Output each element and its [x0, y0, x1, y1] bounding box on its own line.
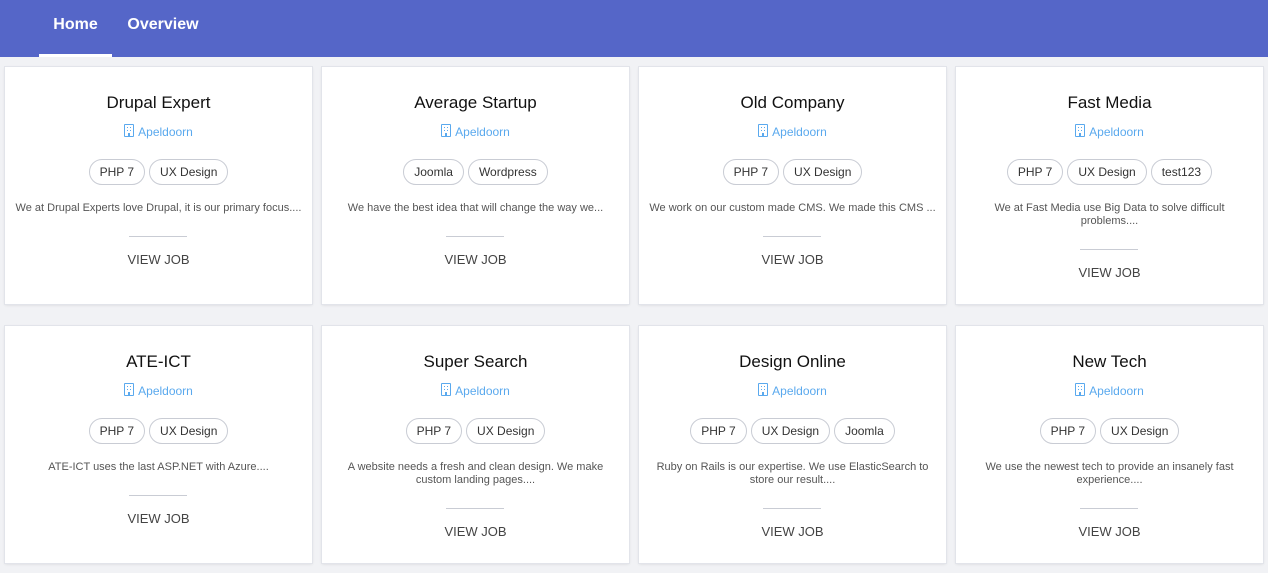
- building-icon: [441, 383, 452, 396]
- building-icon: [441, 124, 452, 137]
- tag-list: PHP 7 UX Design: [322, 418, 629, 444]
- company-description: Ruby on Rails is our expertise. We use E…: [656, 461, 929, 486]
- building-icon: [124, 124, 135, 137]
- card-divider: [763, 236, 821, 237]
- location-label: Apeldoorn: [1089, 125, 1144, 139]
- company-description: We have the best idea that will change t…: [347, 202, 604, 214]
- company-name: Average Startup: [414, 93, 537, 112]
- job-card: Average Startup Apeldoorn Joomla Wordpre…: [322, 67, 629, 304]
- view-job-button[interactable]: VIEW JOB: [956, 265, 1263, 280]
- tag-chip[interactable]: UX Design: [1100, 418, 1180, 444]
- location-label: Apeldoorn: [455, 384, 510, 398]
- building-icon: [758, 383, 769, 396]
- card-divider: [129, 236, 187, 237]
- company-location: Apeldoorn: [639, 124, 946, 139]
- job-card: Super Search Apeldoorn PHP 7 UX Design A…: [322, 326, 629, 563]
- company-location: Apeldoorn: [5, 124, 312, 139]
- location-label: Apeldoorn: [772, 125, 827, 139]
- tag-chip[interactable]: PHP 7: [722, 159, 780, 185]
- tag-chip[interactable]: PHP 7: [1006, 159, 1064, 185]
- company-name: New Tech: [1072, 352, 1147, 371]
- tab-overview[interactable]: Overview: [120, 0, 206, 57]
- card-divider: [1080, 249, 1138, 250]
- job-card-grid: Drupal Expert Apeldoorn PHP 7 UX Design …: [5, 67, 1263, 563]
- company-location: Apeldoorn: [956, 124, 1263, 139]
- tag-chip[interactable]: PHP 7: [88, 418, 146, 444]
- view-job-button[interactable]: VIEW JOB: [639, 252, 946, 267]
- company-name: Old Company: [740, 93, 845, 112]
- company-name: Drupal Expert: [106, 93, 211, 112]
- company-description: ATE-ICT uses the last ASP.NET with Azure…: [48, 461, 269, 473]
- job-card: ATE-ICT Apeldoorn PHP 7 UX Design ATE-IC…: [5, 326, 312, 563]
- tag-list: Joomla Wordpress: [322, 159, 629, 185]
- tag-chip[interactable]: PHP 7: [405, 418, 463, 444]
- card-divider: [763, 508, 821, 509]
- view-job-button[interactable]: VIEW JOB: [956, 524, 1263, 539]
- company-description: We at Drupal Experts love Drupal, it is …: [15, 202, 302, 214]
- company-description: A website needs a fresh and clean design…: [347, 461, 604, 486]
- tag-chip[interactable]: PHP 7: [88, 159, 146, 185]
- tab-home-label: Home: [53, 16, 98, 33]
- company-location: Apeldoorn: [956, 383, 1263, 398]
- company-description: We work on our custom made CMS. We made …: [649, 202, 936, 214]
- card-divider: [1080, 508, 1138, 509]
- tag-list: PHP 7 UX Design: [639, 159, 946, 185]
- location-label: Apeldoorn: [455, 125, 510, 139]
- building-icon: [758, 124, 769, 137]
- location-label: Apeldoorn: [772, 384, 827, 398]
- tag-chip[interactable]: UX Design: [750, 418, 831, 444]
- view-job-button[interactable]: VIEW JOB: [639, 524, 946, 539]
- tag-chip[interactable]: PHP 7: [690, 418, 747, 444]
- job-card: Drupal Expert Apeldoorn PHP 7 UX Design …: [5, 67, 312, 304]
- building-icon: [124, 383, 135, 396]
- tag-chip[interactable]: PHP 7: [1039, 418, 1097, 444]
- tag-chip[interactable]: UX Design: [1067, 159, 1147, 185]
- location-label: Apeldoorn: [138, 125, 193, 139]
- card-divider: [446, 508, 504, 509]
- job-card: Design Online Apeldoorn PHP 7 UX Design …: [639, 326, 946, 563]
- active-tab-indicator: [39, 54, 112, 57]
- job-card: Fast Media Apeldoorn PHP 7 UX Design tes…: [956, 67, 1263, 304]
- tag-chip[interactable]: UX Design: [149, 159, 229, 185]
- tag-list: PHP 7 UX Design: [956, 418, 1263, 444]
- company-location: Apeldoorn: [322, 124, 629, 139]
- tag-list: PHP 7 UX Design test123: [956, 159, 1263, 185]
- company-name: ATE-ICT: [126, 352, 191, 371]
- tag-list: PHP 7 UX Design Joomla: [639, 418, 946, 444]
- tag-chip[interactable]: UX Design: [149, 418, 229, 444]
- company-location: Apeldoorn: [322, 383, 629, 398]
- view-job-button[interactable]: VIEW JOB: [5, 511, 312, 526]
- company-name: Design Online: [739, 352, 846, 371]
- tag-chip[interactable]: UX Design: [466, 418, 546, 444]
- view-job-button[interactable]: VIEW JOB: [322, 252, 629, 267]
- company-name: Fast Media: [1067, 93, 1152, 112]
- card-divider: [129, 495, 187, 496]
- tab-home[interactable]: Home: [39, 0, 112, 57]
- job-card: Old Company Apeldoorn PHP 7 UX Design We…: [639, 67, 946, 304]
- location-label: Apeldoorn: [138, 384, 193, 398]
- building-icon: [1075, 383, 1086, 396]
- company-description: We at Fast Media use Big Data to solve d…: [994, 202, 1225, 227]
- company-description: We use the newest tech to provide an ins…: [985, 461, 1234, 486]
- tag-list: PHP 7 UX Design: [5, 418, 312, 444]
- company-name: Super Search: [423, 352, 528, 371]
- tag-chip[interactable]: Joomla: [403, 159, 464, 185]
- company-location: Apeldoorn: [5, 383, 312, 398]
- tag-chip[interactable]: test123: [1150, 159, 1213, 185]
- company-location: Apeldoorn: [639, 383, 946, 398]
- tag-chip[interactable]: Wordpress: [467, 159, 548, 185]
- tag-list: PHP 7 UX Design: [5, 159, 312, 185]
- card-divider: [446, 236, 504, 237]
- tag-chip[interactable]: Joomla: [834, 418, 895, 444]
- job-card: New Tech Apeldoorn PHP 7 UX Design We us…: [956, 326, 1263, 563]
- location-label: Apeldoorn: [1089, 384, 1144, 398]
- tag-chip[interactable]: UX Design: [783, 159, 863, 185]
- building-icon: [1075, 124, 1086, 137]
- view-job-button[interactable]: VIEW JOB: [322, 524, 629, 539]
- top-navbar: Home Overview: [0, 0, 1268, 57]
- tab-overview-label: Overview: [127, 16, 199, 33]
- view-job-button[interactable]: VIEW JOB: [5, 252, 312, 267]
